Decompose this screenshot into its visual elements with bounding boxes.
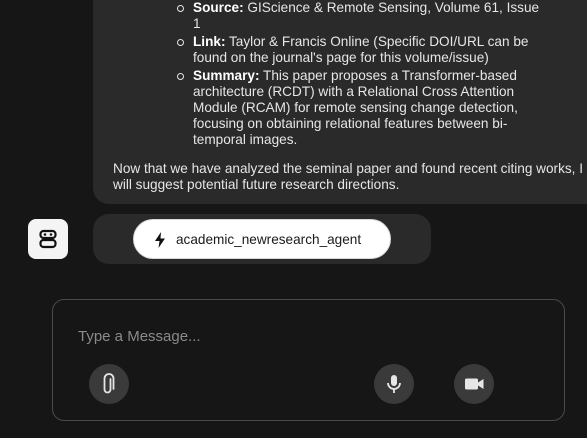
- microphone-icon: [387, 375, 401, 393]
- link-label: Link:: [193, 34, 226, 49]
- microphone-button[interactable]: [374, 364, 414, 404]
- message-input[interactable]: [78, 324, 538, 348]
- tool-call-chip[interactable]: academic_newresearch_agent: [133, 219, 391, 259]
- message-closing-text: Now that we have analyzed the seminal pa…: [113, 161, 584, 192]
- video-camera-icon: [465, 378, 484, 390]
- robot-icon: [39, 229, 57, 249]
- paper-details-list: Source: GIScience & Remote Sensing, Volu…: [175, 0, 545, 150]
- source-value: GIScience & Remote Sensing, Volume 61, I…: [193, 0, 540, 31]
- list-item: Source: GIScience & Remote Sensing, Volu…: [175, 0, 545, 32]
- paperclip-icon: [103, 373, 115, 394]
- link-value: Taylor & Francis Online (Specific DOI/UR…: [193, 34, 529, 65]
- source-label: Source:: [193, 0, 244, 15]
- attach-button[interactable]: [89, 364, 129, 404]
- bolt-icon: [155, 232, 165, 248]
- summary-label: Summary:: [193, 68, 260, 83]
- video-call-button[interactable]: [454, 364, 494, 404]
- list-item: Summary: This paper proposes a Transform…: [175, 68, 545, 148]
- tool-call-label: academic_newresearch_agent: [176, 232, 362, 247]
- agent-avatar: [28, 219, 68, 259]
- chat-page: Source: GIScience & Remote Sensing, Volu…: [0, 0, 587, 438]
- list-item: Link: Taylor & Francis Online (Specific …: [175, 34, 545, 66]
